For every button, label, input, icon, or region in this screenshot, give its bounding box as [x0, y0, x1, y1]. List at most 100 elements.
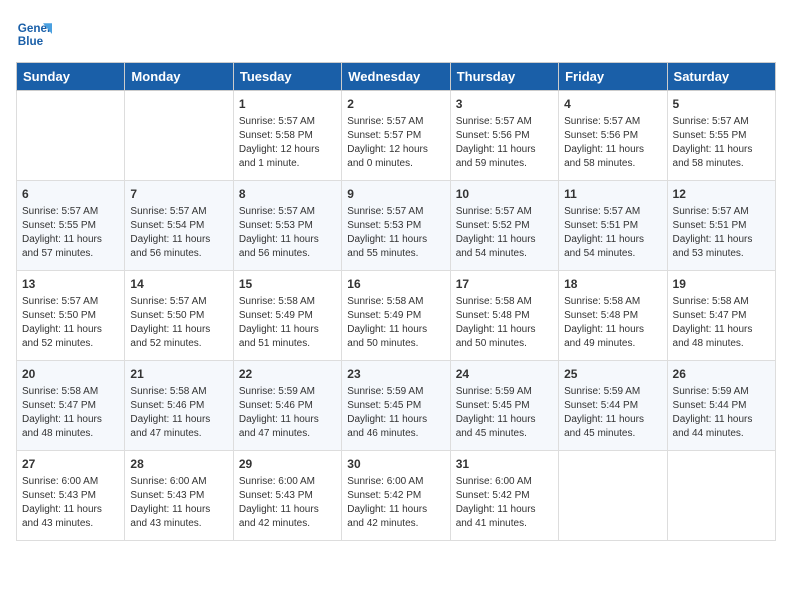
calendar-cell: 1Sunrise: 5:57 AM Sunset: 5:58 PM Daylig… — [233, 91, 341, 181]
header-thursday: Thursday — [450, 63, 558, 91]
calendar-cell: 24 Sunrise: 5:59 AM Sunset: 5:45 PM Dayli… — [450, 361, 558, 451]
day-number: 21 — [130, 366, 227, 383]
day-number: 3 — [456, 96, 553, 113]
calendar-cell — [559, 451, 667, 541]
day-number: 2 — [347, 96, 444, 113]
header-wednesday: Wednesday — [342, 63, 450, 91]
week-row-3: 13 Sunrise: 5:57 AM Sunset: 5:50 PM Dayli… — [17, 271, 776, 361]
calendar-cell: 9 Sunrise: 5:57 AM Sunset: 5:53 PM Daylig… — [342, 181, 450, 271]
header-saturday: Saturday — [667, 63, 775, 91]
calendar-cell: 22Sunrise: 5:59 AM Sunset: 5:46 PM Dayli… — [233, 361, 341, 451]
day-number: 19 — [673, 276, 770, 293]
day-detail: Sunrise: 5:57 AM Sunset: 5:56 PM Dayligh… — [564, 115, 661, 171]
week-row-1: 1Sunrise: 5:57 AM Sunset: 5:58 PM Daylig… — [17, 91, 776, 181]
day-number: 29 — [239, 456, 336, 473]
calendar-cell: 21 Sunrise: 5:58 AM Sunset: 5:46 PM Dayli… — [125, 361, 233, 451]
week-row-2: 6 Sunrise: 5:57 AM Sunset: 5:55 PM Daylig… — [17, 181, 776, 271]
day-number: 13 — [22, 276, 119, 293]
calendar-cell: 3 Sunrise: 5:57 AM Sunset: 5:56 PM Daylig… — [450, 91, 558, 181]
day-detail: Sunrise: 5:59 AM Sunset: 5:44 PM Dayligh… — [564, 385, 661, 441]
day-detail: Sunrise: 5:59 AM Sunset: 5:45 PM Dayligh… — [456, 385, 553, 441]
day-number: 15 — [239, 276, 336, 293]
calendar-cell: 31Sunrise: 6:00 AM Sunset: 5:42 PM Dayli… — [450, 451, 558, 541]
calendar-cell: 15Sunrise: 5:58 AM Sunset: 5:49 PM Dayli… — [233, 271, 341, 361]
calendar-cell: 6 Sunrise: 5:57 AM Sunset: 5:55 PM Daylig… — [17, 181, 125, 271]
calendar-cell: 12 Sunrise: 5:57 AM Sunset: 5:51 PM Dayli… — [667, 181, 775, 271]
day-number: 18 — [564, 276, 661, 293]
day-detail: Sunrise: 5:57 AM Sunset: 5:54 PM Dayligh… — [130, 205, 227, 261]
weekday-header-row: SundayMondayTuesdayWednesdayThursdayFrid… — [17, 63, 776, 91]
day-detail: Sunrise: 5:58 AM Sunset: 5:48 PM Dayligh… — [456, 295, 553, 351]
day-detail: Sunrise: 5:58 AM Sunset: 5:47 PM Dayligh… — [673, 295, 770, 351]
calendar-cell: 2 Sunrise: 5:57 AM Sunset: 5:57 PM Daylig… — [342, 91, 450, 181]
header-sunday: Sunday — [17, 63, 125, 91]
day-detail: Sunrise: 5:57 AM Sunset: 5:57 PM Dayligh… — [347, 115, 444, 171]
day-detail: Sunrise: 6:00 AM Sunset: 5:43 PM Dayligh… — [130, 475, 227, 531]
calendar-cell: 20 Sunrise: 5:58 AM Sunset: 5:47 PM Dayli… — [17, 361, 125, 451]
calendar-cell: 19 Sunrise: 5:58 AM Sunset: 5:47 PM Dayli… — [667, 271, 775, 361]
day-number: 7 — [130, 186, 227, 203]
calendar-cell: 29 Sunrise: 6:00 AM Sunset: 5:43 PM Dayli… — [233, 451, 341, 541]
week-row-5: 27 Sunrise: 6:00 AM Sunset: 5:43 PM Dayli… — [17, 451, 776, 541]
day-number: 8 — [239, 186, 336, 203]
day-number: 27 — [22, 456, 119, 473]
calendar-cell: 17 Sunrise: 5:58 AM Sunset: 5:48 PM Dayli… — [450, 271, 558, 361]
day-detail: Sunrise: 6:00 AM Sunset: 5:43 PM Dayligh… — [239, 475, 336, 531]
calendar-cell: 7 Sunrise: 5:57 AM Sunset: 5:54 PM Daylig… — [125, 181, 233, 271]
calendar-cell: 18Sunrise: 5:58 AM Sunset: 5:48 PM Dayli… — [559, 271, 667, 361]
day-detail: Sunrise: 5:57 AM Sunset: 5:50 PM Dayligh… — [130, 295, 227, 351]
day-number: 24 — [456, 366, 553, 383]
day-detail: Sunrise: 5:58 AM Sunset: 5:46 PM Dayligh… — [130, 385, 227, 441]
svg-text:Blue: Blue — [18, 35, 44, 48]
day-number: 10 — [456, 186, 553, 203]
day-number: 9 — [347, 186, 444, 203]
calendar-table: SundayMondayTuesdayWednesdayThursdayFrid… — [16, 62, 776, 541]
logo: General Blue — [16, 16, 52, 52]
calendar-cell: 23Sunrise: 5:59 AM Sunset: 5:45 PM Dayli… — [342, 361, 450, 451]
calendar-cell: 10 Sunrise: 5:57 AM Sunset: 5:52 PM Dayli… — [450, 181, 558, 271]
day-detail: Sunrise: 5:57 AM Sunset: 5:50 PM Dayligh… — [22, 295, 119, 351]
calendar-cell: 11Sunrise: 5:57 AM Sunset: 5:51 PM Dayli… — [559, 181, 667, 271]
day-detail: Sunrise: 5:57 AM Sunset: 5:58 PM Dayligh… — [239, 115, 336, 171]
day-detail: Sunrise: 5:58 AM Sunset: 5:47 PM Dayligh… — [22, 385, 119, 441]
week-row-4: 20 Sunrise: 5:58 AM Sunset: 5:47 PM Dayli… — [17, 361, 776, 451]
calendar-cell: 8Sunrise: 5:57 AM Sunset: 5:53 PM Daylig… — [233, 181, 341, 271]
day-number: 14 — [130, 276, 227, 293]
day-number: 5 — [673, 96, 770, 113]
day-detail: Sunrise: 5:57 AM Sunset: 5:51 PM Dayligh… — [673, 205, 770, 261]
day-number: 31 — [456, 456, 553, 473]
calendar-cell — [17, 91, 125, 181]
calendar-cell: 14 Sunrise: 5:57 AM Sunset: 5:50 PM Dayli… — [125, 271, 233, 361]
day-detail: Sunrise: 6:00 AM Sunset: 5:43 PM Dayligh… — [22, 475, 119, 531]
day-detail: Sunrise: 5:59 AM Sunset: 5:44 PM Dayligh… — [673, 385, 770, 441]
day-number: 28 — [130, 456, 227, 473]
day-number: 30 — [347, 456, 444, 473]
day-detail: Sunrise: 5:57 AM Sunset: 5:56 PM Dayligh… — [456, 115, 553, 171]
day-number: 11 — [564, 186, 661, 203]
day-number: 12 — [673, 186, 770, 203]
day-detail: Sunrise: 5:59 AM Sunset: 5:46 PM Dayligh… — [239, 385, 336, 441]
header-monday: Monday — [125, 63, 233, 91]
calendar-cell: 30 Sunrise: 6:00 AM Sunset: 5:42 PM Dayli… — [342, 451, 450, 541]
day-detail: Sunrise: 6:00 AM Sunset: 5:42 PM Dayligh… — [347, 475, 444, 531]
calendar-cell: 26 Sunrise: 5:59 AM Sunset: 5:44 PM Dayli… — [667, 361, 775, 451]
logo-icon: General Blue — [16, 16, 52, 52]
day-detail: Sunrise: 5:58 AM Sunset: 5:49 PM Dayligh… — [347, 295, 444, 351]
day-detail: Sunrise: 5:57 AM Sunset: 5:52 PM Dayligh… — [456, 205, 553, 261]
day-detail: Sunrise: 5:57 AM Sunset: 5:53 PM Dayligh… — [347, 205, 444, 261]
day-number: 6 — [22, 186, 119, 203]
day-detail: Sunrise: 5:57 AM Sunset: 5:55 PM Dayligh… — [22, 205, 119, 261]
day-number: 25 — [564, 366, 661, 383]
calendar-cell — [125, 91, 233, 181]
day-number: 16 — [347, 276, 444, 293]
day-number: 4 — [564, 96, 661, 113]
day-detail: Sunrise: 5:57 AM Sunset: 5:55 PM Dayligh… — [673, 115, 770, 171]
calendar-cell: 27 Sunrise: 6:00 AM Sunset: 5:43 PM Dayli… — [17, 451, 125, 541]
calendar-cell: 25 Sunrise: 5:59 AM Sunset: 5:44 PM Dayli… — [559, 361, 667, 451]
calendar-cell: 4 Sunrise: 5:57 AM Sunset: 5:56 PM Daylig… — [559, 91, 667, 181]
day-number: 20 — [22, 366, 119, 383]
day-number: 17 — [456, 276, 553, 293]
day-number: 26 — [673, 366, 770, 383]
calendar-cell: 28 Sunrise: 6:00 AM Sunset: 5:43 PM Dayli… — [125, 451, 233, 541]
calendar-cell: 16 Sunrise: 5:58 AM Sunset: 5:49 PM Dayli… — [342, 271, 450, 361]
